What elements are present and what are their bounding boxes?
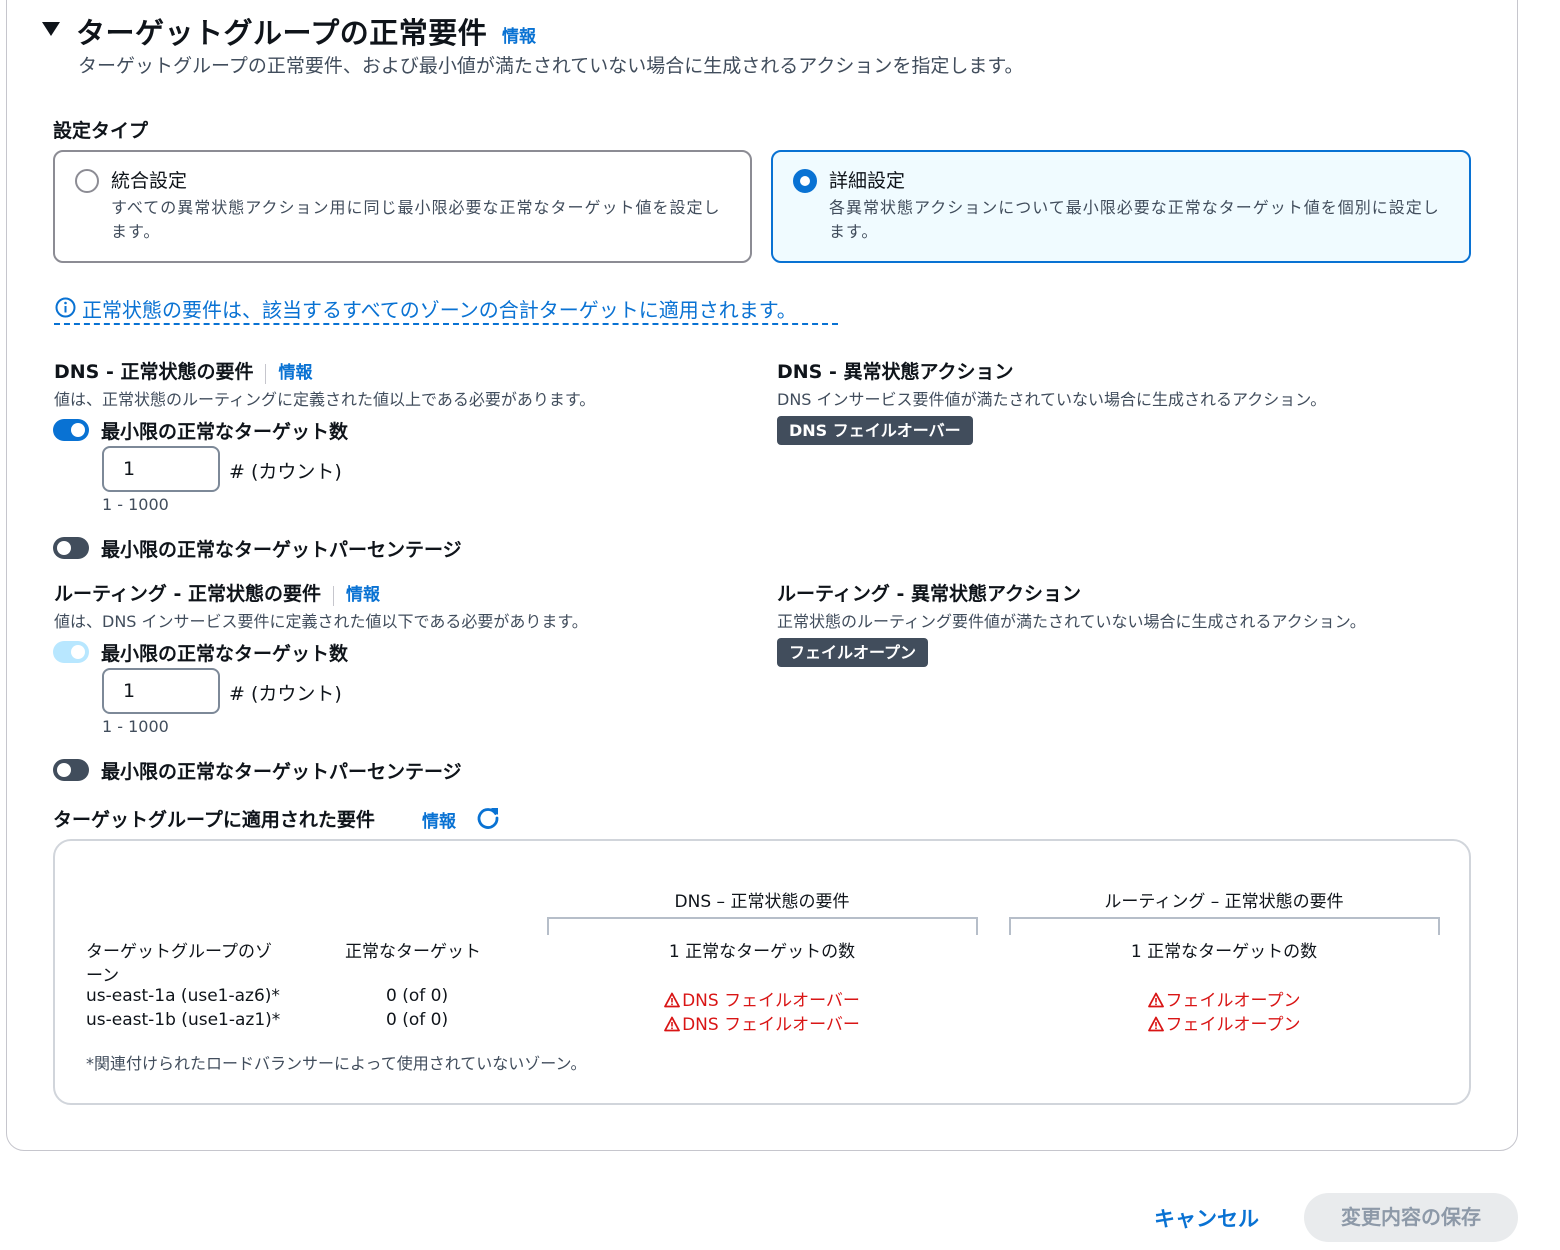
row1-dns-action-text: DNS フェイルオーバー <box>682 991 860 1011</box>
row1-dns-action: DNS フェイルオーバー <box>547 986 977 1011</box>
warning-icon <box>664 1016 680 1032</box>
routing-min-percentage-label: 最小限の正常なターゲットパーセンテージ <box>101 761 462 783</box>
applied-info-link[interactable]: 情報 <box>422 807 456 832</box>
row1-zone: us-east-1a (use1-az6)* <box>86 986 280 1006</box>
routing-action-title: ルーティング - 異常状態アクション <box>777 583 1082 605</box>
fail-open-badge: フェイルオープン <box>777 638 929 667</box>
warning-icon <box>1147 992 1164 1008</box>
dns-min-count-input[interactable]: 1 <box>102 446 220 492</box>
col-routing-header: 1 正常なターゲットの数 <box>1130 942 1318 962</box>
routing-min-count-label: 最小限の正常なターゲット数 <box>101 643 349 665</box>
row2-dns-action-text: DNS フェイルオーバー <box>682 1015 860 1035</box>
config-option-advanced-title: 詳細設定 <box>829 170 906 192</box>
dns-count-unit: # (カウント) <box>229 461 342 483</box>
warning-icon <box>664 992 680 1008</box>
dns-min-count-toggle[interactable] <box>53 419 89 441</box>
routing-group-bracket <box>1009 917 1440 935</box>
row2-healthy: 0 (of 0) <box>386 1010 449 1030</box>
info-circle-icon <box>55 297 76 318</box>
config-type-label: 設定タイプ <box>53 120 149 142</box>
routing-min-percentage-toggle[interactable] <box>53 759 89 781</box>
config-option-advanced-description: 各異常状態アクションについて最小限必要な正常なターゲット値を個別に設定します。 <box>829 198 1440 241</box>
dns-info-link[interactable]: 情報 <box>278 363 312 383</box>
row2-routing-action-text: フェイルオープン <box>1165 1015 1301 1035</box>
dns-group-header: DNS – 正常状態の要件 <box>674 892 850 912</box>
dns-action-title: DNS - 異常状態アクション <box>777 361 1014 383</box>
routing-count-constraint: 1 - 1000 <box>102 717 169 736</box>
caret-down-icon[interactable] <box>40 18 62 40</box>
section-description: ターゲットグループの正常要件、および最小値が満たされていない場合に生成されるアク… <box>78 55 1024 77</box>
routing-requirement-description: 値は、DNS インサービス要件に定義された値以下である必要があります。 <box>54 612 588 631</box>
row2-routing-action: フェイルオープン <box>1009 1010 1439 1035</box>
routing-action-description: 正常状態のルーティング要件値が満たされていない場合に生成されるアクション。 <box>777 612 1366 631</box>
dns-requirement-description: 値は、正常状態のルーティングに定義された値以上である必要があります。 <box>54 390 596 409</box>
applied-requirements-title: ターゲットグループに適用された要件 <box>53 809 375 831</box>
refresh-icon[interactable] <box>475 805 501 831</box>
row2-zone: us-east-1b (use1-az1)* <box>86 1010 281 1030</box>
config-option-unified-description: すべての異常状態アクション用に同じ最小限必要な正常なターゲット値を設定します。 <box>111 198 721 241</box>
routing-count-unit: # (カウント) <box>229 683 342 705</box>
col-healthy-header: 正常なターゲット <box>345 942 481 962</box>
row1-routing-action: フェイルオープン <box>1009 986 1439 1011</box>
config-option-unified-title: 統合設定 <box>111 170 188 192</box>
separator <box>265 363 267 384</box>
dns-requirement-header: DNS - 正常状態の要件 情報 <box>54 357 312 384</box>
row1-healthy: 0 (of 0) <box>386 986 449 1006</box>
radio-unified[interactable] <box>75 169 99 193</box>
dns-min-percentage-label: 最小限の正常なターゲットパーセンテージ <box>101 539 462 561</box>
row2-dns-action: DNS フェイルオーバー <box>547 1010 977 1035</box>
config-option-unified[interactable]: 統合設定 すべての異常状態アクション用に同じ最小限必要な正常なターゲット値を設定… <box>53 150 752 263</box>
routing-info-link[interactable]: 情報 <box>346 585 380 605</box>
dns-action-description: DNS インサービス要件値が満たされていない場合に生成されるアクション。 <box>777 390 1327 409</box>
dns-count-constraint: 1 - 1000 <box>102 495 169 514</box>
config-option-advanced[interactable]: 詳細設定 各異常状態アクションについて最小限必要な正常なターゲット値を個別に設定… <box>771 150 1471 263</box>
col-zone-header-line1: ターゲットグループのゾ <box>86 942 272 962</box>
radio-advanced[interactable] <box>793 169 817 193</box>
dns-failover-badge: DNS フェイルオーバー <box>777 416 973 445</box>
warning-icon <box>1147 1016 1164 1032</box>
col-dns-header: 1 正常なターゲットの数 <box>668 942 856 962</box>
dns-min-count-label: 最小限の正常なターゲット数 <box>101 421 349 443</box>
cancel-button[interactable]: キャンセル <box>1154 1203 1259 1233</box>
routing-requirement-title: ルーティング - 正常状態の要件 <box>54 583 321 605</box>
health-alert-text[interactable]: 正常状態の要件は、該当するすべてのゾーンの合計ターゲットに適用されます。 <box>82 294 797 323</box>
section-info-link[interactable]: 情報 <box>502 22 536 47</box>
separator <box>332 585 334 606</box>
section-title[interactable]: ターゲットグループの正常要件 <box>76 10 487 52</box>
dns-group-bracket <box>547 917 978 935</box>
routing-requirement-header: ルーティング - 正常状態の要件 情報 <box>54 579 380 606</box>
table-footnote: *関連付けられたロードバランサーによって使用されていないゾーン。 <box>86 1054 587 1073</box>
routing-group-header: ルーティング – 正常状態の要件 <box>1104 892 1344 912</box>
applied-requirements-table: DNS – 正常状態の要件 ルーティング – 正常状態の要件 ターゲットグループ… <box>53 839 1471 1105</box>
row1-routing-action-text: フェイルオープン <box>1165 991 1301 1011</box>
routing-min-count-toggle[interactable] <box>53 641 89 663</box>
dns-min-percentage-toggle[interactable] <box>53 537 89 559</box>
col-zone-header-line2: ーン <box>86 966 120 986</box>
dns-requirement-title: DNS - 正常状態の要件 <box>54 361 254 383</box>
routing-min-count-input[interactable]: 1 <box>102 668 220 714</box>
save-changes-button[interactable]: 変更内容の保存 <box>1304 1193 1518 1242</box>
